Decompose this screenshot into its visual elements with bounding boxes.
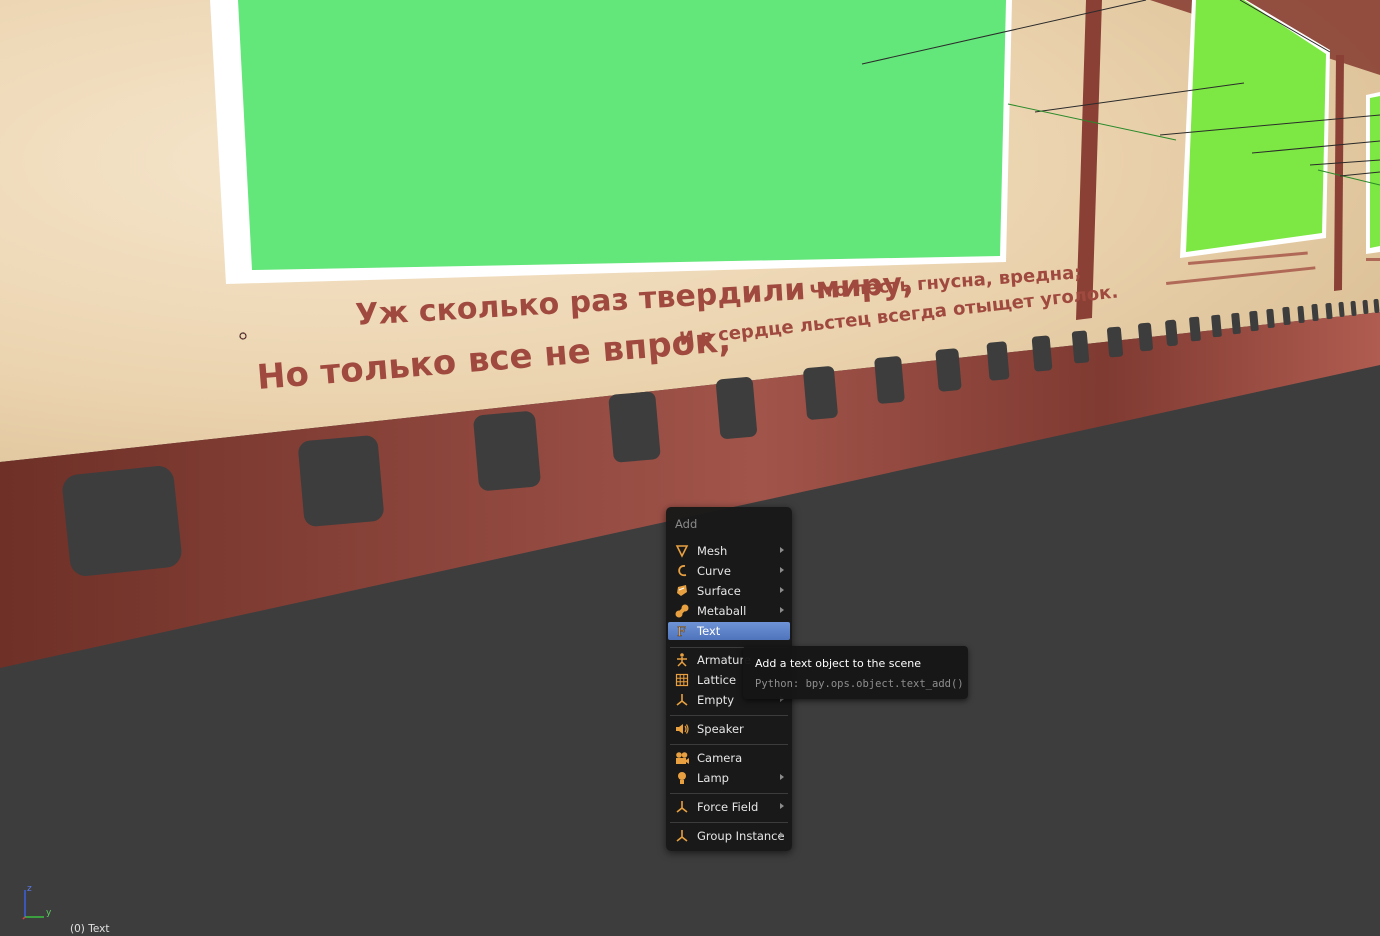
tooltip: Add a text object to the scene Python: b… — [743, 646, 968, 699]
tooltip-description: Add a text object to the scene — [755, 657, 922, 670]
menu-item-label: Empty — [697, 693, 735, 707]
menu-separator — [670, 744, 788, 745]
menu-item-label: Metaball — [697, 604, 747, 618]
menu-item-mesh[interactable]: Mesh — [668, 542, 790, 560]
empty-icon — [676, 694, 688, 706]
menu-item-curve[interactable]: Curve — [668, 562, 790, 580]
submenu-arrow-icon — [780, 774, 784, 780]
submenu-arrow-icon — [780, 832, 784, 838]
tooltip-python: Python: bpy.ops.object.text_add() — [755, 678, 964, 690]
object-info-text: (0) Text — [70, 923, 110, 935]
lamp-icon — [678, 772, 686, 784]
menu-item-surface[interactable]: Surface — [668, 582, 790, 600]
menu-separator — [670, 822, 788, 823]
menu-item-text[interactable]: F Text — [668, 622, 790, 640]
menu-item-label: Lamp — [697, 771, 729, 785]
menu-item-label: Force Field — [697, 800, 759, 814]
menu-item-group-instance[interactable]: Group Instance — [668, 827, 790, 845]
menu-item-lamp[interactable]: Lamp — [668, 769, 790, 787]
green-screen — [238, 0, 1006, 270]
gizmo-y-label: y — [46, 908, 52, 918]
3d-cursor-icon — [239, 332, 247, 340]
axis-gizmo-icon: z y — [22, 884, 52, 920]
lattice-icon — [675, 673, 689, 687]
menu-title: Add — [675, 517, 698, 531]
menu-item-label: Text — [697, 624, 721, 638]
menu-item-force-field[interactable]: Force Field — [668, 798, 790, 816]
far-text-block — [1366, 258, 1380, 261]
3d-viewport[interactable]: Уж сколько раз твердили миру, Что лесть … — [0, 0, 1380, 936]
submenu-arrow-icon — [780, 803, 784, 809]
text-icon: F — [677, 625, 686, 639]
menu-item-label: Group Instance — [697, 829, 785, 843]
curve-icon — [678, 565, 687, 577]
svg-text:F: F — [677, 625, 686, 639]
submenu-arrow-icon — [780, 607, 784, 613]
menu-item-label: Curve — [697, 564, 731, 578]
menu-item-label: Surface — [697, 584, 741, 598]
force-field-icon — [676, 801, 688, 813]
menu-item-metaball[interactable]: Metaball — [668, 602, 790, 620]
surface-icon — [677, 585, 687, 596]
submenu-arrow-icon — [780, 547, 784, 553]
menu-item-label: Camera — [697, 751, 743, 765]
menu-item-speaker[interactable]: Speaker — [668, 720, 790, 738]
menu-item-label: Mesh — [697, 544, 728, 558]
menu-separator — [670, 715, 788, 716]
speaker-icon — [676, 724, 689, 734]
armature-icon — [677, 653, 687, 667]
camera-icon — [676, 752, 689, 764]
submenu-arrow-icon — [780, 567, 784, 573]
metaball-icon — [675, 604, 689, 618]
menu-item-label: Lattice — [697, 673, 737, 687]
gizmo-z-label: z — [27, 884, 32, 894]
submenu-arrow-icon — [780, 587, 784, 593]
group-instance-icon — [676, 830, 688, 842]
menu-item-camera[interactable]: Camera — [668, 749, 790, 767]
mesh-icon — [675, 545, 689, 558]
menu-item-label: Speaker — [697, 722, 744, 736]
menu-separator — [670, 793, 788, 794]
